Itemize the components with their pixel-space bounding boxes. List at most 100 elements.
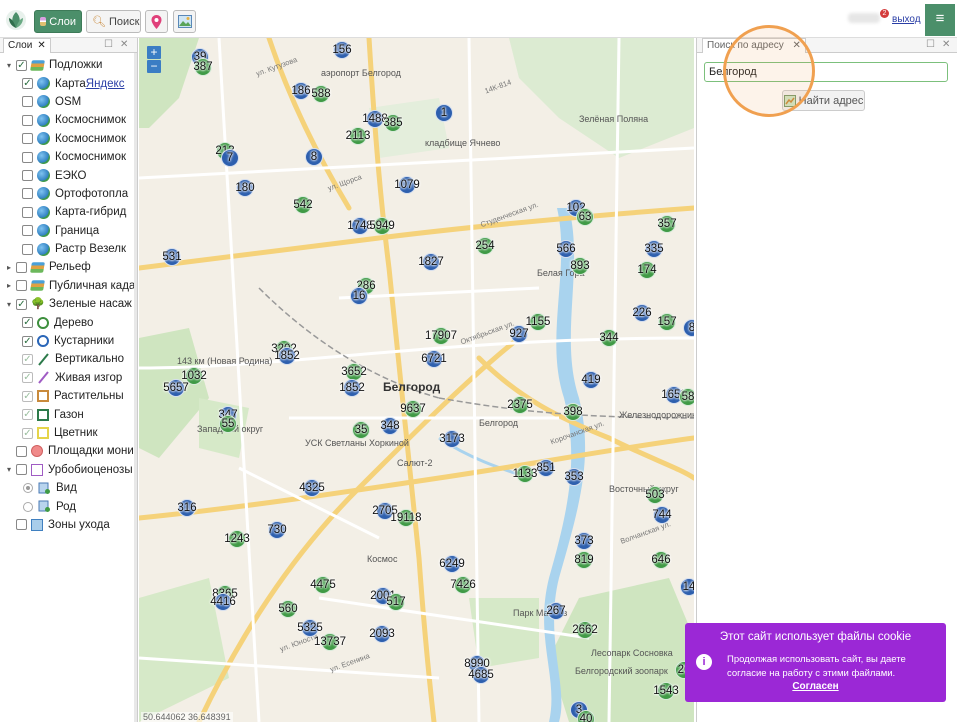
layer-checkbox[interactable] <box>16 280 27 292</box>
cluster-marker[interactable] <box>516 465 534 483</box>
cluster-marker[interactable] <box>633 304 651 322</box>
cluster-marker[interactable] <box>435 104 453 122</box>
cluster-marker[interactable] <box>683 319 694 337</box>
layer-tree-item[interactable]: ✓ Дерево <box>0 313 137 331</box>
layers-scrollbar[interactable] <box>134 53 137 722</box>
cluster-marker[interactable] <box>268 521 286 539</box>
cluster-marker[interactable] <box>314 576 332 594</box>
layer-checkbox[interactable] <box>16 519 27 531</box>
cluster-marker[interactable] <box>547 602 565 620</box>
layer-tree-item[interactable]: ✓ Кустарники <box>0 332 137 350</box>
cluster-marker[interactable] <box>351 217 369 235</box>
close-icon[interactable]: ✕ <box>120 39 128 50</box>
layers-button[interactable]: Слои <box>34 10 82 33</box>
cluster-marker[interactable] <box>398 176 416 194</box>
cluster-marker[interactable] <box>387 593 405 611</box>
cluster-marker[interactable] <box>443 430 461 448</box>
cluster-marker[interactable] <box>577 710 595 722</box>
cluster-marker[interactable] <box>343 379 361 397</box>
cluster-marker[interactable] <box>352 421 370 439</box>
layer-tree-item[interactable]: Растр Везелк <box>0 240 137 258</box>
expand-toggle-icon[interactable]: ▾ <box>4 300 14 309</box>
cluster-marker[interactable] <box>373 625 391 643</box>
cluster-marker[interactable] <box>646 486 664 504</box>
cluster-marker[interactable] <box>404 400 422 418</box>
cluster-marker[interactable] <box>653 506 671 524</box>
layer-checkbox[interactable]: ✓ <box>22 372 33 384</box>
app-logo-icon[interactable] <box>5 9 27 31</box>
cluster-marker[interactable] <box>679 388 694 406</box>
cluster-marker[interactable] <box>292 82 310 100</box>
cluster-marker[interactable] <box>576 621 594 639</box>
layer-tree-item[interactable]: Зоны ухода <box>0 516 137 534</box>
zoom-out-button[interactable]: − <box>147 60 161 73</box>
cluster-marker[interactable] <box>529 313 547 331</box>
cluster-marker[interactable] <box>219 415 237 433</box>
cookie-accept-link[interactable]: Согласен <box>685 681 946 692</box>
cluster-marker[interactable] <box>228 530 246 548</box>
cluster-marker[interactable] <box>600 329 618 347</box>
cluster-marker[interactable] <box>221 149 239 167</box>
cluster-marker[interactable] <box>571 257 589 275</box>
layer-checkbox[interactable] <box>22 243 33 255</box>
layer-checkbox[interactable] <box>16 445 27 457</box>
cluster-marker[interactable] <box>163 248 181 266</box>
close-icon[interactable]: ✕ <box>37 40 45 51</box>
layer-checkbox[interactable] <box>16 464 27 476</box>
cluster-marker[interactable] <box>376 502 394 520</box>
layer-checkbox[interactable]: ✓ <box>22 427 33 439</box>
cluster-marker[interactable] <box>312 85 330 103</box>
layer-checkbox[interactable]: ✓ <box>22 390 33 402</box>
layer-checkbox[interactable] <box>22 225 33 237</box>
logout-link[interactable]: выход <box>892 14 921 25</box>
cluster-marker[interactable] <box>301 619 319 637</box>
cluster-marker[interactable] <box>303 479 321 497</box>
layer-checkbox[interactable] <box>22 170 33 182</box>
cluster-marker[interactable] <box>564 403 582 421</box>
cluster-marker[interactable] <box>279 600 297 618</box>
expand-toggle-icon[interactable]: ▸ <box>4 263 14 272</box>
expand-toggle-icon[interactable]: ▾ <box>4 61 14 70</box>
cluster-marker[interactable] <box>373 217 391 235</box>
layer-tree-item[interactable]: ✓ Растительны <box>0 387 137 405</box>
layer-checkbox[interactable]: ✓ <box>16 298 27 310</box>
cluster-marker[interactable] <box>476 237 494 255</box>
layer-tree-item[interactable]: ✓ Вертикально <box>0 350 137 368</box>
cluster-marker[interactable] <box>443 555 461 573</box>
close-icon[interactable]: ✕ <box>942 39 950 50</box>
cluster-marker[interactable] <box>167 379 185 397</box>
layer-radio[interactable] <box>23 501 33 512</box>
layer-tree-item[interactable]: Ортофотопла <box>0 185 137 203</box>
map-view[interactable]: + − Белгород аэропорт Белгород Зелёная Пол… <box>139 38 694 722</box>
layer-tree-item[interactable]: OSM <box>0 93 137 111</box>
layer-checkbox[interactable] <box>22 96 33 108</box>
cluster-marker[interactable] <box>454 576 472 594</box>
layer-tree-item[interactable]: ✓ Карта Яндекс <box>0 74 137 92</box>
cluster-marker[interactable] <box>278 347 296 365</box>
layer-tree-item[interactable]: Граница <box>0 222 137 240</box>
layer-tree-item[interactable]: ✓ Цветник <box>0 424 137 442</box>
layer-tree-item[interactable]: Космоснимок <box>0 111 137 129</box>
layer-checkbox[interactable] <box>22 114 33 126</box>
cluster-marker[interactable] <box>397 509 415 527</box>
cluster-marker[interactable] <box>425 350 443 368</box>
expand-toggle-icon[interactable]: ▸ <box>4 281 14 290</box>
find-address-button[interactable]: Найти адрес <box>782 90 865 111</box>
cluster-marker[interactable] <box>185 367 203 385</box>
cluster-marker[interactable] <box>511 396 529 414</box>
cluster-marker[interactable] <box>349 127 367 145</box>
close-icon[interactable]: ✕ <box>793 40 801 51</box>
cluster-marker[interactable] <box>575 551 593 569</box>
zoom-in-button[interactable]: + <box>147 46 161 59</box>
layer-tree-item[interactable]: ЕЭКО <box>0 166 137 184</box>
layer-tree-item[interactable]: ✓ Живая изгор <box>0 369 137 387</box>
cluster-marker[interactable] <box>194 58 212 76</box>
cluster-marker[interactable] <box>510 325 528 343</box>
layer-checkbox[interactable] <box>22 188 33 200</box>
cluster-marker[interactable] <box>537 459 555 477</box>
layer-tree-item[interactable]: Космоснимок <box>0 130 137 148</box>
cluster-marker[interactable] <box>214 593 232 611</box>
cluster-marker[interactable] <box>657 682 675 700</box>
address-input[interactable] <box>704 62 948 82</box>
layer-checkbox[interactable] <box>22 133 33 145</box>
